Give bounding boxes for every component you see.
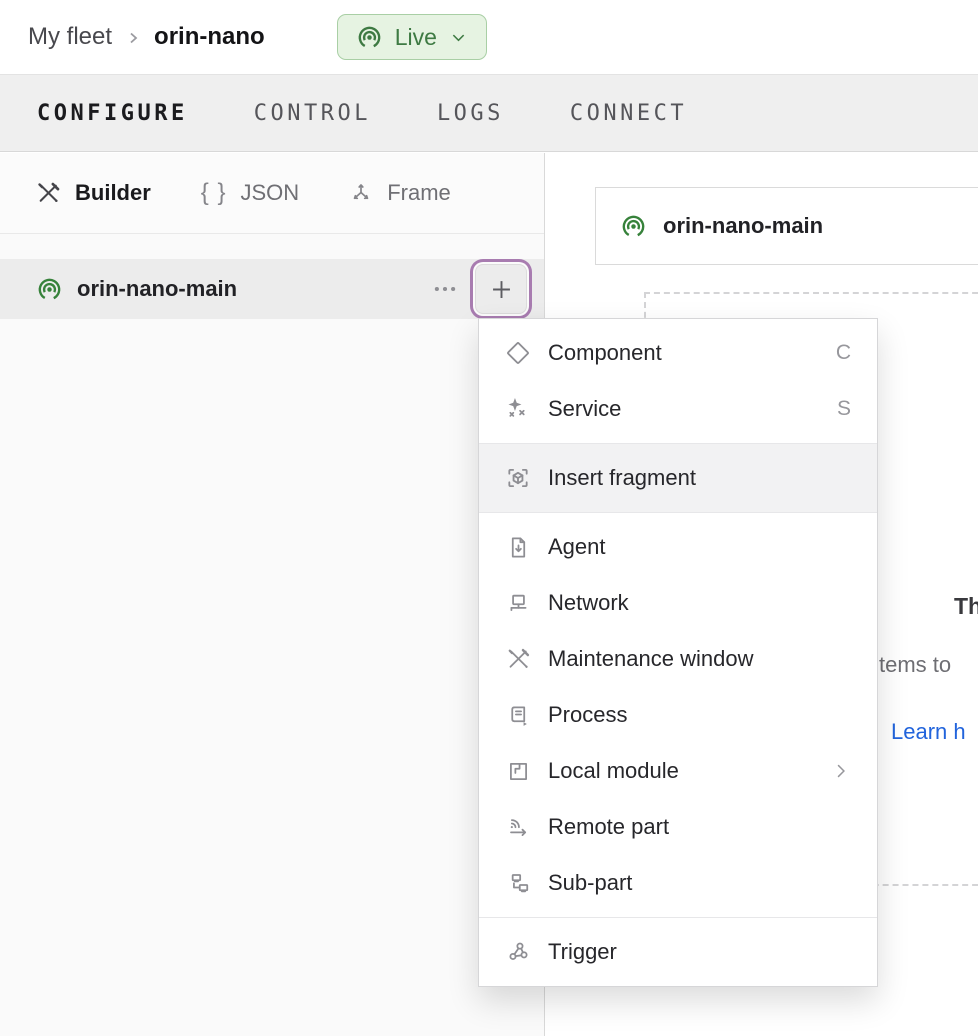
more-options-button[interactable]	[428, 272, 462, 306]
process-icon	[505, 703, 531, 728]
remote-icon	[505, 815, 531, 840]
machine-part-card[interactable]: orin-nano-main	[595, 187, 978, 265]
sidebar-empty-area	[0, 319, 544, 1036]
breadcrumb: My fleet orin-nano	[28, 23, 265, 51]
view-tab-label: Builder	[75, 180, 151, 206]
machine-part-row[interactable]: orin-nano-main	[0, 259, 544, 319]
menu-item-maintenance-window[interactable]: Maintenance window	[479, 631, 877, 687]
broadcast-icon	[356, 24, 383, 51]
header: My fleet orin-nano Live	[0, 0, 978, 74]
machine-part-name: orin-nano-main	[77, 276, 237, 302]
menu-item-insert-fragment[interactable]: Insert fragment	[479, 450, 877, 506]
machine-part-card-title: orin-nano-main	[663, 213, 823, 239]
menu-item-label: Process	[548, 702, 627, 728]
diamond-icon	[505, 340, 531, 366]
menu-item-label: Trigger	[548, 939, 617, 965]
view-tab-json[interactable]: { } JSON	[201, 179, 299, 207]
chevron-right-icon	[831, 761, 851, 781]
module-icon	[505, 759, 531, 784]
menu-item-network[interactable]: Network	[479, 575, 877, 631]
fragment-icon	[505, 465, 531, 491]
empty-state-text: tems to	[879, 652, 951, 678]
agent-icon	[505, 535, 531, 560]
menu-item-sub-part[interactable]: Sub-part	[479, 855, 877, 911]
status-label: Live	[395, 24, 437, 51]
tab-configure[interactable]: CONFIGURE	[37, 101, 188, 126]
menu-group: Insert fragment	[479, 443, 877, 512]
menu-shortcut: C	[836, 341, 851, 365]
menu-item-label: Sub-part	[548, 870, 632, 896]
menu-item-local-module[interactable]: Local module	[479, 743, 877, 799]
menu-item-label: Local module	[548, 758, 679, 784]
empty-state-heading: Th	[954, 593, 978, 620]
tab-control[interactable]: CONTROL	[254, 101, 371, 126]
row-actions	[428, 264, 533, 314]
menu-item-label: Network	[548, 590, 629, 616]
trigger-icon	[505, 940, 531, 965]
sidebar-spacer	[0, 234, 544, 259]
view-tab-label: Frame	[387, 180, 451, 206]
menu-item-label: Remote part	[548, 814, 669, 840]
maintenance-icon	[505, 647, 531, 672]
learn-more-link[interactable]: Learn h	[891, 719, 966, 745]
tab-connect[interactable]: CONNECT	[570, 101, 687, 126]
page: My fleet orin-nano Live CONFIGURE CONTROL…	[0, 0, 978, 1036]
menu-item-service[interactable]: Service S	[479, 381, 877, 437]
menu-group: Component C Service S	[479, 319, 877, 443]
axes-icon	[349, 181, 373, 205]
menu-item-remote-part[interactable]: Remote part	[479, 799, 877, 855]
menu-item-component[interactable]: Component C	[479, 325, 877, 381]
add-item-menu: Component C Service S Insert fragment Agent Ne…	[478, 318, 878, 987]
plus-icon	[488, 276, 515, 303]
machine-status-dropdown[interactable]: Live	[337, 14, 487, 60]
menu-item-label: Service	[548, 396, 621, 422]
menu-shortcut: S	[837, 397, 851, 421]
view-tabs: Builder { } JSON Frame	[0, 153, 544, 234]
subpart-icon	[505, 871, 531, 896]
menu-item-process[interactable]: Process	[479, 687, 877, 743]
menu-item-trigger[interactable]: Trigger	[479, 924, 877, 980]
broadcast-icon	[620, 213, 647, 240]
braces-icon: { }	[201, 179, 227, 207]
breadcrumb-fleet-link[interactable]: My fleet	[28, 23, 112, 51]
menu-group: Trigger	[479, 917, 877, 986]
add-item-button[interactable]	[475, 264, 527, 314]
chevron-right-icon	[125, 30, 141, 46]
menu-group: Agent Network Maintenance window Process Loc…	[479, 512, 877, 917]
menu-item-label: Agent	[548, 534, 606, 560]
sparkles-icon	[505, 396, 531, 422]
chevron-down-icon	[449, 28, 468, 47]
main-nav-tabs: CONFIGURE CONTROL LOGS CONNECT	[0, 74, 978, 152]
menu-item-label: Maintenance window	[548, 646, 753, 672]
tab-logs[interactable]: LOGS	[437, 101, 504, 126]
config-sidebar: Builder { } JSON Frame orin-nano-main	[0, 153, 545, 1036]
network-icon	[505, 591, 531, 616]
menu-item-label: Component	[548, 340, 662, 366]
view-tab-label: JSON	[241, 180, 300, 206]
breadcrumb-machine-name: orin-nano	[154, 23, 265, 51]
view-tab-frame[interactable]: Frame	[349, 180, 451, 206]
view-tab-builder[interactable]: Builder	[36, 180, 151, 206]
tools-icon	[36, 181, 61, 206]
broadcast-icon	[36, 276, 63, 303]
menu-item-label: Insert fragment	[548, 465, 696, 491]
menu-item-agent[interactable]: Agent	[479, 519, 877, 575]
